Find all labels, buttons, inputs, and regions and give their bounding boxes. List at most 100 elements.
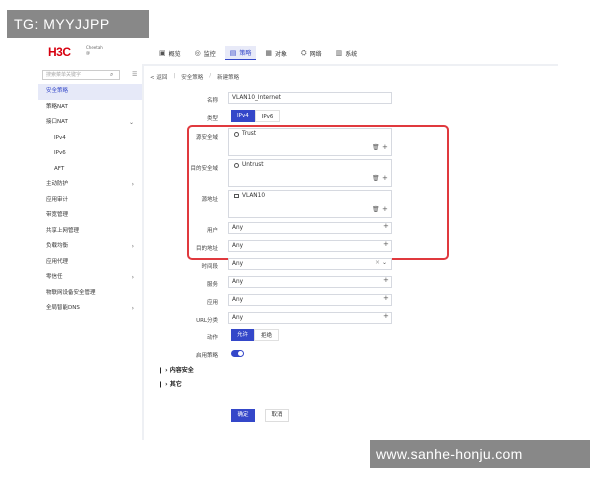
tab-object[interactable]: ▦ 对象 <box>260 46 292 60</box>
expand-icon: ❙ › <box>158 367 170 374</box>
sidebar-item[interactable]: 全局智能DNS › <box>38 301 142 317</box>
sidebar-item-label: AFT <box>54 165 65 172</box>
sidebar-item[interactable]: 负载均衡 › <box>38 239 142 255</box>
tab-policy[interactable]: ▤ 策略 <box>224 46 257 60</box>
sidebar-item-label: 带宽管理 <box>46 212 69 218</box>
sidebar-item[interactable]: 应用代理 <box>38 255 142 271</box>
network-icon: ⛭ <box>301 48 307 57</box>
tab-monitor[interactable]: ◎ 监控 <box>190 46 221 60</box>
add-icon[interactable]: + <box>383 222 389 230</box>
tab-label: 策略 <box>239 50 252 57</box>
sidebar-item[interactable]: 安全策略 <box>38 84 142 100</box>
collapse-icon[interactable]: ☰ <box>132 71 137 78</box>
add-icon[interactable]: + <box>383 276 389 284</box>
monitor-icon: ◎ <box>194 49 201 57</box>
watermark-top-left: TG: MYYJJPP <box>7 10 149 38</box>
object-icon: ▦ <box>265 49 273 57</box>
type-ipv4-option[interactable]: IPv4 <box>231 110 255 122</box>
sidebar-item[interactable]: 带宽管理 <box>38 208 142 224</box>
application-label: 应用 <box>206 300 218 306</box>
user-label: 用户 <box>206 228 218 234</box>
sidebar-item-label: 物联网设备安全管理 <box>46 289 96 296</box>
tab-label: 监控 <box>203 50 216 58</box>
sidebar-item-label: 安全策略 <box>46 88 69 94</box>
service-label: 服务 <box>206 282 218 288</box>
time-range-label: 时间段 <box>201 264 218 270</box>
tab-network[interactable]: ⛭ 网络 <box>296 46 327 60</box>
sidebar-item-label: IPv4 <box>54 134 66 141</box>
search-icon[interactable]: ⌕ <box>110 71 113 79</box>
sidebar-item[interactable]: 物联网设备安全管理 <box>38 286 142 302</box>
other-section[interactable]: ❙ › 其它 <box>158 379 182 388</box>
action-allow-option[interactable]: 允许 <box>231 329 255 341</box>
add-icon[interactable]: + <box>383 312 389 320</box>
menu-search-input[interactable]: 搜索菜单关键字 <box>42 70 120 80</box>
breadcrumb-separator: / <box>209 73 212 79</box>
top-nav: ▣ 概览 ◎ 监控 ▤ 策略 ▦ 对象 ⛭ 网络 ▥ 系统 <box>154 46 366 60</box>
type-label: 类型 <box>206 116 218 122</box>
content-security-section[interactable]: ❙ › 内容安全 <box>158 365 194 374</box>
system-icon: ▥ <box>335 49 343 57</box>
watermark-bottom-right: www.sanhe-honju.com <box>370 440 590 468</box>
sidebar-item[interactable]: 接口NAT ⌄ <box>38 115 142 131</box>
name-input[interactable]: VLAN10_Internet <box>228 92 392 104</box>
overview-icon: ▣ <box>159 49 166 57</box>
sidebar-item[interactable]: 主动防护 › <box>38 177 142 193</box>
chevron-right-icon: › <box>131 274 134 281</box>
type-toggle: IPv4 IPv6 <box>231 110 281 122</box>
tab-label: 概览 <box>168 50 181 58</box>
top-bar: H3C Cheetah @ ▣ 概览 ◎ 监控 ▤ 策略 ▦ 对象 ⛭ 网络 ▥ 系统 <box>38 40 558 64</box>
breadcrumb-new-policy: 新建策略 <box>217 75 240 81</box>
tab-label: 对象 <box>275 50 288 58</box>
sidebar-item-label: 负载均衡 <box>46 243 69 249</box>
back-link[interactable]: < 返回 <box>150 73 167 81</box>
chevron-down-icon: ⌄ <box>128 119 134 126</box>
application-field[interactable]: Any <box>228 294 392 306</box>
name-label: 名称 <box>206 98 218 104</box>
tab-system[interactable]: ▥ 系统 <box>331 46 363 60</box>
sidebar-item-label: 零信任 <box>46 274 63 280</box>
content-security-title: 内容安全 <box>169 367 194 374</box>
action-toggle: 允许 拒绝 <box>231 329 280 341</box>
h3c-logo: H3C <box>48 45 71 59</box>
policy-icon: ▤ <box>229 48 237 57</box>
app-window: H3C Cheetah @ ▣ 概览 ◎ 监控 ▤ 策略 ▦ 对象 ⛭ 网络 ▥ 系统 搜索菜单关键字… <box>38 40 558 440</box>
enable-policy-switch[interactable] <box>231 350 244 357</box>
sidebar: 搜索菜单关键字 ⌕ ☰ 安全策略策略NAT 接口NAT ⌄ IPv4 IPv6 AFT 主动… <box>38 64 142 440</box>
action-label: 动作 <box>206 335 218 341</box>
ok-button[interactable]: 确定 <box>231 409 255 422</box>
sidebar-item[interactable]: 共享上网管理 <box>38 224 142 240</box>
type-ipv6-option[interactable]: IPv6 <box>254 110 281 122</box>
sidebar-item[interactable]: 零信任 › <box>38 270 142 286</box>
sidebar-item[interactable]: IPv6 <box>38 146 142 162</box>
add-icon[interactable]: + <box>383 240 389 248</box>
sidebar-item-label: 共享上网管理 <box>46 227 80 234</box>
user-field[interactable]: Any <box>228 222 392 234</box>
cancel-button[interactable]: 取消 <box>265 409 289 422</box>
chevron-right-icon: › <box>131 181 134 188</box>
add-icon[interactable]: + <box>383 294 389 302</box>
sidebar-item-label: 策略NAT <box>46 103 68 110</box>
sidebar-item[interactable]: IPv4 <box>38 131 142 147</box>
clear-icon[interactable]: × <box>375 259 380 266</box>
expand-icon: ❙ › <box>158 381 170 388</box>
breadcrumb-separator: | <box>173 73 176 79</box>
logo-subtitle: Cheetah @ <box>86 45 103 55</box>
breadcrumb-security-policy[interactable]: 安全策略 <box>181 73 203 81</box>
sidebar-item-label: 应用审计 <box>46 196 69 203</box>
service-field[interactable]: Any <box>228 276 392 288</box>
tab-overview[interactable]: ▣ 概览 <box>154 46 186 60</box>
sidebar-item[interactable]: AFT <box>38 162 142 178</box>
time-range-select[interactable]: Any <box>228 258 392 270</box>
breadcrumb: < 返回 | 安全策略 / 新建策略 <box>150 73 239 81</box>
sidebar-item[interactable]: 策略NAT <box>38 100 142 116</box>
sidebar-item-label: 接口NAT <box>46 119 68 125</box>
sidebar-item-label: IPv6 <box>54 150 66 156</box>
sidebar-item[interactable]: 应用审计 <box>38 193 142 209</box>
dest-address-field[interactable]: Any <box>228 240 392 252</box>
chevron-right-icon: › <box>131 243 134 250</box>
action-deny-option[interactable]: 拒绝 <box>254 329 280 341</box>
chevron-down-icon[interactable]: ⌄ <box>382 259 387 266</box>
sidebar-menu: 安全策略策略NAT 接口NAT ⌄ IPv4 IPv6 AFT 主动防护 › 应用审计带宽管理共… <box>38 84 142 317</box>
url-category-field[interactable]: Any <box>228 312 392 324</box>
